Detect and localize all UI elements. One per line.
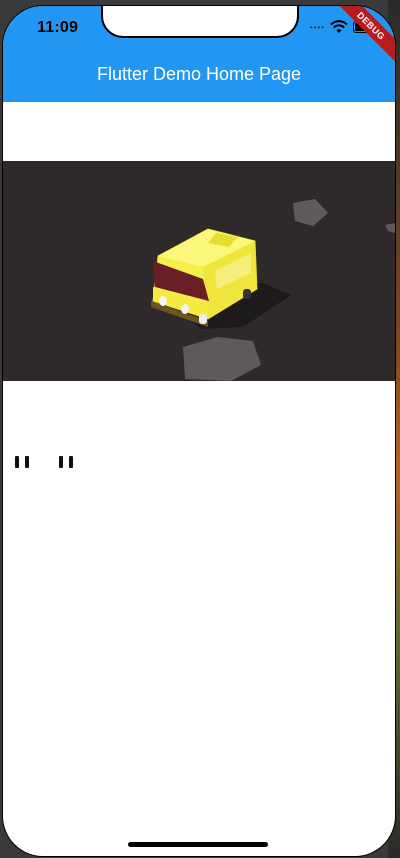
notch [101,6,299,38]
wifi-icon [330,20,348,33]
floor-shape [385,223,395,233]
cellular-signal-icon: •••• [309,22,325,32]
pause-icon [25,456,29,468]
floor-shape [183,337,261,381]
floor-shape [293,199,328,226]
pause-button[interactable] [15,456,29,470]
pause-icon [69,456,73,468]
playback-controls [15,456,73,470]
pause-icon [59,456,63,468]
status-time: 11:09 [37,19,79,36]
status-bar: 11:09 •••• [3,6,395,50]
device-screen: Flutter Demo Home Page 11:09 •••• DEBUG [3,6,395,856]
home-indicator[interactable] [128,842,268,847]
pause-icon [15,456,19,468]
app-title: Flutter Demo Home Page [96,64,302,84]
3d-scene-view[interactable] [3,161,395,381]
van-scene [151,199,395,381]
pause-button[interactable] [59,456,73,470]
